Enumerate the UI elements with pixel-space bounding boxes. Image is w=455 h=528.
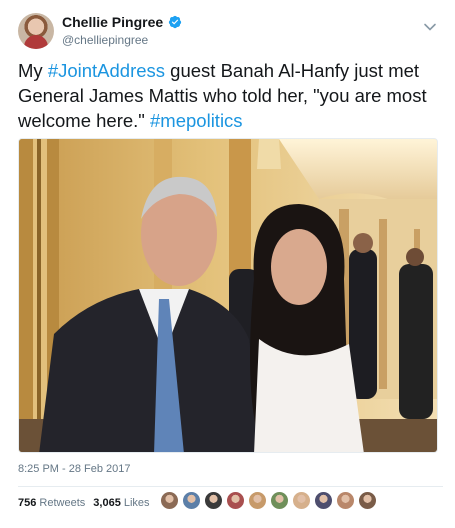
likes-stat[interactable]: 3,065 Likes	[93, 497, 149, 509]
retweets-stat[interactable]: 756 Retweets	[18, 497, 85, 509]
photo-image	[19, 139, 437, 452]
liker-avatar[interactable]	[314, 491, 333, 510]
liker-avatar[interactable]	[226, 491, 245, 510]
tweet-stats: 756 Retweets 3,065 Likes	[18, 497, 150, 509]
author-avatar[interactable]	[18, 13, 54, 49]
likes-label: Likes	[123, 497, 150, 509]
hashtag-link[interactable]: #JointAddress	[48, 60, 165, 81]
hashtag-link[interactable]: #mepolitics	[150, 110, 243, 131]
liker-avatar[interactable]	[182, 491, 201, 510]
tweet-timestamp[interactable]: 8:25 PM - 28 Feb 2017	[18, 463, 131, 475]
author-name-row: Chellie Pingree	[62, 14, 182, 30]
liker-avatar[interactable]	[292, 491, 311, 510]
liker-avatar[interactable]	[160, 491, 179, 510]
liker-avatars	[160, 491, 377, 510]
retweets-label: Retweets	[39, 497, 86, 509]
author-display-name[interactable]: Chellie Pingree	[62, 14, 163, 30]
tweet-text: My #JointAddress guest Banah Al-Hanfy ju…	[18, 58, 443, 133]
verified-badge-icon	[169, 15, 182, 29]
tweet-text-segment: My	[18, 60, 48, 81]
tweet-card: Chellie Pingree @chelliepingree My #Join…	[0, 0, 455, 528]
liker-avatar[interactable]	[358, 491, 377, 510]
likes-count: 3,065	[93, 497, 121, 509]
tweet-photo[interactable]	[18, 138, 438, 453]
retweets-count: 756	[18, 497, 37, 509]
liker-avatar[interactable]	[336, 491, 355, 510]
chevron-down-icon[interactable]	[423, 20, 437, 34]
liker-avatar[interactable]	[248, 491, 267, 510]
divider	[18, 486, 443, 487]
author-handle[interactable]: @chelliepingree	[62, 33, 148, 47]
liker-avatar[interactable]	[204, 491, 223, 510]
liker-avatar[interactable]	[270, 491, 289, 510]
